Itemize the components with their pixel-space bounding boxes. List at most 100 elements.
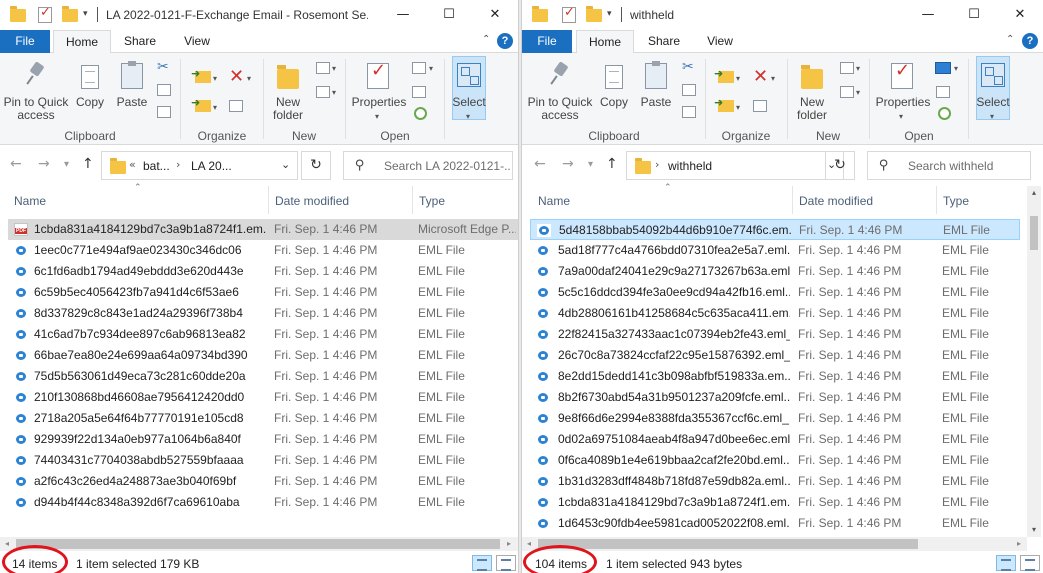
- file-row[interactable]: 1cbda831a4184129bd7c3a9b1a8724f1.em... Fr…: [8, 219, 518, 240]
- easy-access-dropdown-icon[interactable]: ▾: [856, 88, 860, 97]
- ribbon-collapse-icon[interactable]: ⌃: [482, 34, 490, 45]
- file-row[interactable]: 8b2f6730abd54a31b9501237a209fcfe.eml... F…: [530, 387, 1020, 408]
- minimize-button[interactable]: —: [380, 0, 426, 30]
- column-divider[interactable]: [412, 186, 413, 214]
- edit-icon[interactable]: [936, 86, 950, 98]
- minimize-button[interactable]: —: [905, 0, 951, 30]
- vertical-scrollbar[interactable]: ▴ ▾: [1027, 186, 1041, 537]
- delete-dropdown-icon[interactable]: ▾: [771, 74, 775, 83]
- forward-icon[interactable]: →: [562, 156, 574, 172]
- scrollbar-thumb[interactable]: [1030, 216, 1038, 250]
- move-to-icon[interactable]: [191, 67, 211, 83]
- copy-path-icon[interactable]: [157, 84, 171, 96]
- horizontal-scrollbar[interactable]: ◂ ▸: [0, 537, 518, 551]
- close-button[interactable]: ✕: [997, 0, 1043, 30]
- file-row[interactable]: 66bae7ea80e24e699aa64a09734bd390 Fri. Sep…: [8, 345, 518, 366]
- move-to-dropdown-icon[interactable]: ▾: [213, 74, 217, 83]
- large-icons-view-icon[interactable]: [496, 555, 516, 571]
- file-row[interactable]: 75d5b563061d49eca73c281c60dde20a Fri. Sep…: [8, 366, 518, 387]
- file-row[interactable]: 5c5c16ddcd394fe3a0ee9cd94a42fb16.eml... F…: [530, 282, 1020, 303]
- address-bar[interactable]: « bat... › LA 20... ⌄: [101, 151, 298, 180]
- column-divider[interactable]: [792, 186, 793, 214]
- cut-icon[interactable]: ✂: [157, 59, 169, 75]
- scrollbar-thumb[interactable]: [16, 539, 500, 549]
- delete-icon[interactable]: ✕: [229, 68, 244, 86]
- scroll-down-icon[interactable]: ▾: [1027, 523, 1041, 537]
- breadcrumb-item[interactable]: bat...: [143, 159, 170, 173]
- copy-path-icon[interactable]: [682, 84, 696, 96]
- history-icon[interactable]: [938, 107, 951, 120]
- file-row[interactable]: 26c70c8a73824ccfaf22c95e15876392.eml_...…: [530, 345, 1020, 366]
- new-item-dropdown-icon[interactable]: ▾: [332, 64, 336, 73]
- column-header-name[interactable]: Name: [538, 194, 570, 208]
- search-input[interactable]: ⚲ Search withheld: [867, 151, 1031, 180]
- copy-button[interactable]: Copy: [72, 63, 108, 123]
- edit-icon[interactable]: [412, 86, 426, 98]
- help-icon[interactable]: ?: [497, 33, 513, 49]
- history-icon[interactable]: [414, 107, 427, 120]
- copy-button[interactable]: Copy: [596, 63, 632, 123]
- new-item-icon[interactable]: [840, 62, 854, 74]
- open-icon[interactable]: [412, 62, 426, 74]
- easy-access-icon[interactable]: [316, 86, 330, 98]
- ribbon-collapse-icon[interactable]: ⌃: [1006, 34, 1014, 45]
- file-row[interactable]: 1eec0c771e494af9ae023430c346dc06 Fri. Sep…: [8, 240, 518, 261]
- delete-icon[interactable]: ✕: [753, 68, 768, 86]
- close-button[interactable]: ✕: [472, 0, 518, 30]
- file-row[interactable]: 9e8f66d6e2994e8388fda355367ccf6c.eml_...…: [530, 408, 1020, 429]
- paste-shortcut-icon[interactable]: [682, 106, 696, 118]
- maximize-button[interactable]: ☐: [951, 0, 997, 30]
- file-row[interactable]: 0d02a69751084aeab4f8a947d0bee6ec.eml... F…: [530, 429, 1020, 450]
- file-row[interactable]: 41c6ad7b7c934dee897c6ab96813ea82 Fri. Sep…: [8, 324, 518, 345]
- properties-quick-icon[interactable]: [38, 5, 52, 23]
- file-row[interactable]: d944b4f44c8348a392d6f7ca69610aba Fri. Sep…: [8, 492, 518, 513]
- file-row[interactable]: 5d48158bbab54092b44d6b910e774f6c.em... Fr…: [530, 219, 1020, 240]
- address-bar[interactable]: › withheld ⌄: [626, 151, 844, 180]
- copy-to-icon[interactable]: [714, 96, 734, 112]
- address-dropdown-icon[interactable]: ⌄: [281, 158, 290, 171]
- file-row[interactable]: 1cbda831a4184129bd7c3a9b1a8724f1.em... Fr…: [530, 492, 1020, 513]
- tab-view[interactable]: View: [695, 30, 745, 54]
- file-row[interactable]: 210f130868bd46608ae7956412420dd0 Fri. Sep…: [8, 387, 518, 408]
- properties-button[interactable]: Properties ▾: [350, 63, 408, 123]
- file-row[interactable]: 6c1fd6adb1794ad49ebddd3e620d443e Fri. Sep…: [8, 261, 518, 282]
- details-view-icon[interactable]: [996, 555, 1016, 571]
- new-folder-quick-icon[interactable]: [586, 6, 602, 22]
- rename-icon[interactable]: [229, 100, 243, 112]
- select-button[interactable]: Select ▾: [449, 63, 489, 123]
- horizontal-scrollbar[interactable]: ◂ ▸: [522, 537, 1027, 551]
- customize-quick-access-icon[interactable]: ▾: [83, 9, 88, 19]
- move-to-dropdown-icon[interactable]: ▾: [736, 74, 740, 83]
- file-row[interactable]: 5ad18f777c4a4766bdd07310fea2e5a7.eml... F…: [530, 240, 1020, 261]
- pin-quick-access-button[interactable]: Pin to Quick access: [526, 63, 594, 123]
- delete-dropdown-icon[interactable]: ▾: [247, 74, 251, 83]
- easy-access-dropdown-icon[interactable]: ▾: [332, 88, 336, 97]
- up-icon[interactable]: ↑: [82, 156, 94, 172]
- copy-to-dropdown-icon[interactable]: ▾: [213, 103, 217, 112]
- scroll-right-icon[interactable]: ▸: [502, 537, 516, 551]
- breadcrumb-item[interactable]: withheld: [668, 159, 712, 173]
- copy-to-dropdown-icon[interactable]: ▾: [736, 103, 740, 112]
- paste-shortcut-icon[interactable]: [157, 106, 171, 118]
- open-with-icon[interactable]: [935, 62, 951, 74]
- refresh-button[interactable]: ↻: [301, 151, 331, 180]
- new-folder-quick-icon[interactable]: [62, 6, 78, 22]
- file-row[interactable]: 2718a205a5e64f64b77770191e105cd8 Fri. Sep…: [8, 408, 518, 429]
- recent-locations-icon[interactable]: ▾: [64, 159, 69, 170]
- up-icon[interactable]: ↑: [606, 156, 618, 172]
- paste-button[interactable]: Paste: [114, 61, 150, 123]
- file-row[interactable]: 74403431c7704038abdb527559bfaaaa Fri. Sep…: [8, 450, 518, 471]
- forward-icon[interactable]: →: [38, 156, 50, 172]
- help-icon[interactable]: ?: [1022, 33, 1038, 49]
- pin-quick-access-button[interactable]: Pin to Quick access: [2, 63, 70, 123]
- maximize-button[interactable]: ☐: [426, 0, 472, 30]
- scroll-right-icon[interactable]: ▸: [1012, 537, 1026, 551]
- recent-locations-icon[interactable]: ▾: [588, 159, 593, 170]
- tab-share[interactable]: Share: [115, 30, 165, 54]
- column-header-type[interactable]: Type: [419, 194, 445, 208]
- move-to-icon[interactable]: [714, 67, 734, 83]
- properties-button[interactable]: Properties ▾: [874, 63, 932, 123]
- select-button[interactable]: Select ▾: [973, 63, 1013, 123]
- file-row[interactable]: 8e2dd15dedd141c3b098abfbf519833a.em... Fr…: [530, 366, 1020, 387]
- tab-file[interactable]: File: [522, 30, 572, 53]
